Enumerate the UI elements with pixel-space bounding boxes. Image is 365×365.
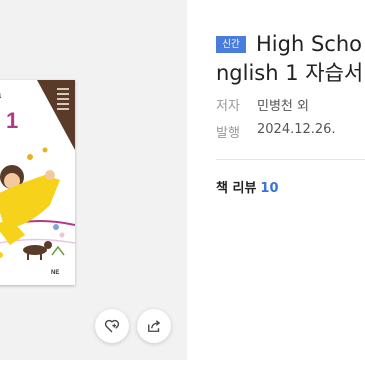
review-label: 책 리뷰	[216, 181, 257, 196]
book-cover[interactable]: a 1	[0, 80, 75, 285]
share-button[interactable]	[137, 309, 171, 343]
cover-illustration	[0, 147, 75, 260]
book-detail-page: a 1	[0, 0, 365, 365]
cover-image-panel: a 1	[0, 0, 187, 360]
new-badge: 신간	[216, 36, 246, 53]
book-info: 신간 High Scho nglish 1 자습서 저자 민병천 외 발행 20…	[216, 0, 365, 365]
book-title-line-2: nglish 1 자습서	[216, 61, 364, 85]
heart-plus-icon	[104, 319, 120, 333]
author-value[interactable]: 민병천 외	[257, 95, 309, 114]
publish-date-label: 발행	[216, 126, 240, 141]
review-link[interactable]: 책 리뷰 10	[216, 177, 279, 196]
divider	[216, 159, 365, 160]
cover-title-number: 1	[6, 108, 19, 133]
book-title-line-1: High Scho	[256, 32, 362, 56]
author-label: 저자	[216, 99, 240, 114]
share-icon	[148, 320, 160, 332]
review-count: 10	[260, 181, 279, 196]
cover-corner-lines	[57, 88, 69, 110]
cover-title-fragment: a	[0, 90, 1, 101]
cover-publisher-logo: NE	[51, 270, 60, 276]
wishlist-button[interactable]	[95, 309, 129, 343]
publish-date-value: 2024.12.26.	[257, 122, 336, 137]
